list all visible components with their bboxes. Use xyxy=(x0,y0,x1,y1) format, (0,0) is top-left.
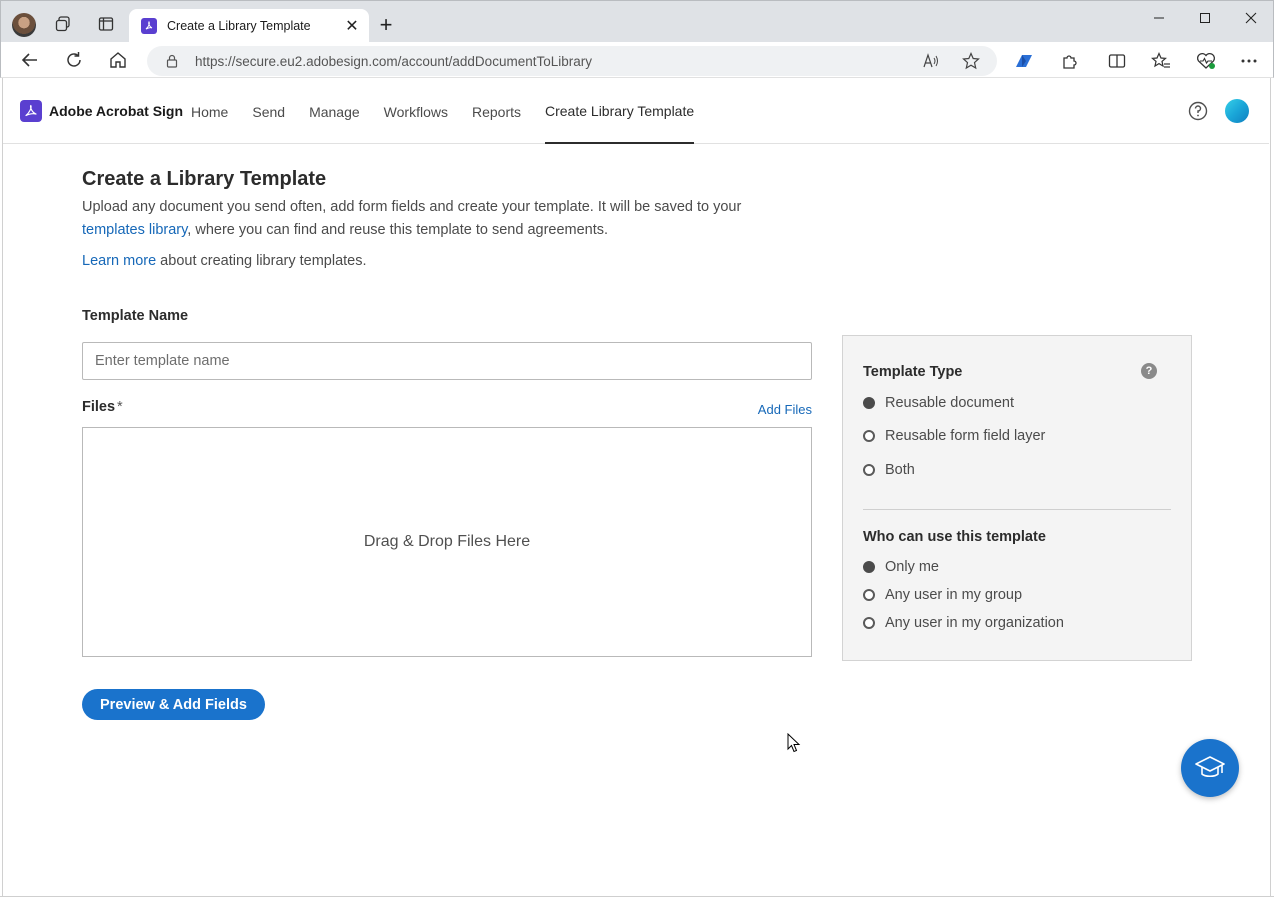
brand-name: Adobe Acrobat Sign xyxy=(49,103,184,119)
radio-any-user-organization[interactable]: Any user in my organization xyxy=(863,615,1064,631)
browser-titlebar: Create a Library Template ✕ + xyxy=(0,0,1274,43)
split-screen-icon[interactable] xyxy=(1106,50,1128,72)
url-text: https://secure.eu2.adobesign.com/account… xyxy=(195,53,592,69)
radio-any-user-group[interactable]: Any user in my group xyxy=(863,587,1022,603)
nav-manage[interactable]: Manage xyxy=(309,79,360,144)
template-type-help-icon[interactable]: ? xyxy=(1141,363,1157,379)
radio-selected-icon xyxy=(863,397,875,409)
user-avatar[interactable] xyxy=(1225,99,1249,123)
browser-tab-active[interactable]: Create a Library Template ✕ xyxy=(129,9,369,43)
minimize-icon[interactable] xyxy=(1136,7,1182,29)
template-options-panel: Template Type ? Reusable document Reusab… xyxy=(842,335,1192,661)
radio-reusable-document[interactable]: Reusable document xyxy=(863,395,1014,411)
app-header: Adobe Acrobat Sign Home Send Manage Work… xyxy=(3,79,1269,144)
radio-label: Any user in my organization xyxy=(885,615,1064,631)
nav-reports[interactable]: Reports xyxy=(472,79,521,144)
templates-library-link[interactable]: templates library xyxy=(82,222,187,238)
radio-label: Reusable document xyxy=(885,395,1014,411)
tab-close-icon[interactable]: ✕ xyxy=(341,15,363,37)
radio-selected-icon xyxy=(863,561,875,573)
files-label: Files xyxy=(82,399,116,415)
tab-actions-icon[interactable] xyxy=(96,14,116,34)
brand[interactable]: Adobe Acrobat Sign xyxy=(20,100,183,122)
radio-label: Reusable form field layer xyxy=(885,428,1046,444)
nav-home[interactable]: Home xyxy=(191,79,228,144)
who-can-use-heading: Who can use this template xyxy=(863,529,1046,545)
address-bar[interactable]: https://secure.eu2.adobesign.com/account… xyxy=(147,46,997,76)
favorite-star-icon[interactable] xyxy=(962,52,980,70)
more-menu-icon[interactable] xyxy=(1238,50,1260,72)
window-frame-bottom xyxy=(0,896,1274,902)
new-tab-icon[interactable]: + xyxy=(375,12,397,37)
file-dropzone[interactable]: Drag & Drop Files Here xyxy=(82,427,812,657)
extensions-icon[interactable] xyxy=(1058,50,1080,72)
radio-unselected-icon xyxy=(863,464,875,476)
dropzone-text: Drag & Drop Files Here xyxy=(363,533,531,550)
browser-essentials-icon[interactable] xyxy=(1195,50,1217,72)
learn-more-text: about creating library templates. xyxy=(156,253,367,269)
learning-center-button[interactable] xyxy=(1181,739,1239,797)
radio-unselected-icon xyxy=(863,617,875,629)
preview-add-fields-button[interactable]: Preview & Add Fields xyxy=(82,689,265,720)
template-name-label: Template Name xyxy=(82,308,189,324)
maximize-icon[interactable] xyxy=(1182,7,1228,29)
main-nav: Home Send Manage Workflows Reports Creat… xyxy=(191,79,718,144)
template-type-heading: Template Type xyxy=(863,364,963,380)
radio-unselected-icon xyxy=(863,430,875,442)
nav-create-library-template[interactable]: Create Library Template xyxy=(545,79,695,144)
radio-both[interactable]: Both xyxy=(863,462,915,478)
acrobat-favicon-icon xyxy=(141,18,157,34)
profile-avatar[interactable] xyxy=(12,13,36,37)
radio-only-me[interactable]: Only me xyxy=(863,559,939,575)
extension-arrow-icon[interactable] xyxy=(1013,50,1035,72)
learn-more-link[interactable]: Learn more xyxy=(82,253,156,269)
window-frame-right xyxy=(1270,78,1274,898)
favorites-icon[interactable] xyxy=(1150,50,1172,72)
panel-divider xyxy=(863,509,1171,510)
graduation-cap-icon xyxy=(1195,756,1225,778)
window-frame-left xyxy=(0,78,3,898)
help-icon[interactable] xyxy=(1188,101,1208,121)
description-text: Upload any document you send often, add … xyxy=(82,199,742,215)
add-files-link[interactable]: Add Files xyxy=(758,402,812,417)
acrobat-logo-icon xyxy=(20,100,42,122)
back-icon[interactable] xyxy=(18,49,42,71)
radio-label: Only me xyxy=(885,559,939,575)
refresh-icon[interactable] xyxy=(62,49,86,71)
radio-unselected-icon xyxy=(863,589,875,601)
radio-label: Any user in my group xyxy=(885,587,1023,603)
window-close-icon[interactable] xyxy=(1228,7,1274,29)
mouse-cursor-icon xyxy=(787,733,801,753)
read-aloud-icon[interactable] xyxy=(922,52,940,70)
page-description: Upload any document you send often, add … xyxy=(82,196,782,242)
browser-toolbar: https://secure.eu2.adobesign.com/account… xyxy=(0,42,1274,78)
home-icon[interactable] xyxy=(106,49,130,71)
workspaces-icon[interactable] xyxy=(53,14,73,34)
radio-reusable-form-field-layer[interactable]: Reusable form field layer xyxy=(863,428,1045,444)
nav-send[interactable]: Send xyxy=(252,79,285,144)
template-name-input[interactable] xyxy=(82,342,812,380)
description-text-end: , where you can find and reuse this temp… xyxy=(187,222,609,238)
required-mark: * xyxy=(117,399,123,415)
nav-workflows[interactable]: Workflows xyxy=(384,79,448,144)
page-title: Create a Library Template xyxy=(82,168,327,190)
learn-more-line: Learn more about creating library templa… xyxy=(82,253,367,269)
lock-icon xyxy=(166,54,178,68)
tab-title: Create a Library Template xyxy=(167,19,311,33)
files-label-wrap: Files * xyxy=(82,399,123,415)
radio-label: Both xyxy=(885,462,915,478)
